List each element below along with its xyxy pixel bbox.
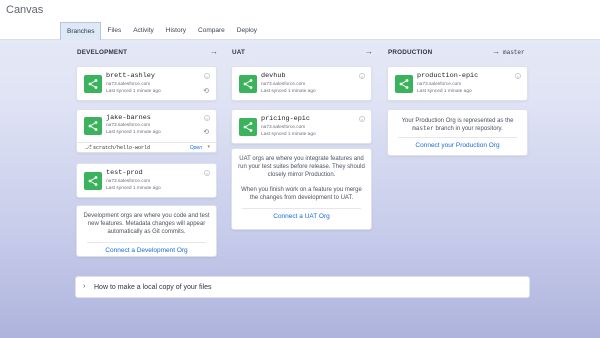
accordion-label: How to make a local copy of your files — [94, 284, 212, 291]
org-sync-status: Last synced 1 minute ago — [106, 186, 161, 191]
open-link[interactable]: Open — [190, 145, 202, 151]
chevron-right-icon[interactable]: › — [83, 283, 85, 290]
tab-activity[interactable]: Activity — [127, 22, 160, 40]
prod-info-card: Your Production Org is represented as th… — [387, 109, 528, 156]
org-menu-icon[interactable]: • — [204, 170, 210, 176]
org-sync-status: Last synced 1 minute ago — [261, 132, 316, 137]
divider — [398, 137, 517, 138]
org-sync-status: Last synced 1 minute ago — [261, 89, 316, 94]
branch-network-icon — [395, 75, 413, 93]
dev-info-text: Development orgs are where you code and … — [83, 213, 210, 236]
org-url: na73.salesforce.com — [261, 125, 306, 130]
prod-info-text: Your Production Org is represented as th… — [394, 117, 521, 133]
tab-files[interactable]: Files — [101, 22, 127, 40]
org-card-brett-ashley[interactable]: brett-ashley na73.salesforce.com Last sy… — [76, 66, 217, 101]
org-sync-status: Last synced 1 minute ago — [106, 130, 161, 135]
git-branch-icon: ⎇ — [85, 145, 92, 151]
org-card-jake-barnes[interactable]: jake-barnes na73.salesforce.com Last syn… — [76, 109, 217, 153]
connect-uat-org-link[interactable]: Connect a UAT Org — [232, 213, 371, 220]
connect-dev-org-link[interactable]: Connect a Development Org — [77, 247, 216, 254]
org-menu-icon[interactable]: • — [204, 115, 210, 121]
arrow-right-icon: → — [210, 47, 218, 56]
org-card-pricing-epic[interactable]: pricing-epic na73.salesforce.com Last sy… — [231, 109, 372, 144]
org-sync-status: Last synced 1 minute ago — [417, 89, 472, 94]
branch-network-icon — [239, 118, 257, 136]
prod-info-text-before: Your Production Org is represented as th… — [401, 118, 514, 124]
org-name: production-epic — [417, 72, 479, 80]
org-url: na73.salesforce.com — [417, 82, 462, 87]
org-card-devhub[interactable]: devhub na73.salesforce.com Last synced 1… — [231, 66, 372, 101]
org-menu-icon[interactable]: • — [359, 116, 365, 122]
org-url: na73.salesforce.com — [261, 82, 306, 87]
tab-compare[interactable]: Compare — [192, 22, 231, 40]
uat-info-card: UAT orgs are where you integrate feature… — [231, 148, 372, 230]
branch-network-icon — [84, 117, 102, 135]
prod-info-branch: master — [412, 125, 434, 133]
org-url: na73.salesforce.com — [106, 123, 151, 128]
dev-info-card: Development orgs are where you code and … — [76, 205, 217, 257]
top-bar: Canvas Branches Files Activity History C… — [0, 0, 600, 40]
org-name: devhub — [261, 72, 286, 80]
production-header: PRODUCTION — [388, 49, 433, 56]
org-url: na73.salesforce.com — [106, 179, 151, 184]
uat-info-text: UAT orgs are where you integrate feature… — [238, 156, 365, 179]
uat-info-text-2: When you finish work on a feature you me… — [241, 187, 362, 202]
org-sync-status: Last synced 1 minute ago — [106, 89, 161, 94]
org-menu-icon[interactable]: • — [359, 73, 365, 79]
local-copy-accordion[interactable]: › How to make a local copy of your files — [75, 276, 530, 298]
tab-deploy[interactable]: Deploy — [231, 22, 263, 40]
production-branch-label: master — [503, 49, 525, 56]
divider — [87, 242, 206, 243]
branch-name: scratch/hello-world — [93, 145, 151, 151]
tab-branches[interactable]: Branches — [60, 22, 102, 40]
tab-history[interactable]: History — [160, 22, 192, 40]
tab-bar: Branches Files Activity History Compare … — [60, 22, 263, 40]
chevron-down-icon[interactable]: ▾ — [207, 144, 210, 150]
org-name: jake-barnes — [106, 114, 151, 122]
development-header: DEVELOPMENT — [77, 49, 128, 56]
app-title: Canvas — [6, 4, 44, 16]
org-card-production-epic[interactable]: production-epic na73.salesforce.com Last… — [387, 66, 528, 101]
org-menu-icon[interactable]: • — [204, 73, 210, 79]
connect-prod-org-link[interactable]: Connect your Production Org — [388, 142, 527, 149]
org-card-test-prod[interactable]: test-prod na73.salesforce.com Last synce… — [76, 163, 217, 198]
uat-header: UAT — [232, 49, 246, 56]
branch-row: ⎇ scratch/hello-world Open ▾ — [77, 142, 216, 152]
org-name: test-prod — [106, 169, 143, 177]
arrow-right-icon: → — [365, 47, 373, 56]
sync-icon[interactable]: ⟲ — [203, 87, 209, 95]
org-name: brett-ashley — [106, 72, 155, 80]
branch-network-icon — [84, 75, 102, 93]
branch-network-icon — [239, 75, 257, 93]
prod-info-text-after: branch in your repository. — [435, 126, 503, 133]
sync-icon[interactable]: ⟲ — [203, 128, 209, 136]
org-name: pricing-epic — [261, 115, 310, 123]
org-url: na73.salesforce.com — [106, 82, 151, 87]
arrow-right-icon: → — [492, 47, 500, 56]
org-menu-icon[interactable]: • — [515, 73, 521, 79]
branch-network-icon — [84, 172, 102, 190]
divider — [242, 208, 361, 209]
